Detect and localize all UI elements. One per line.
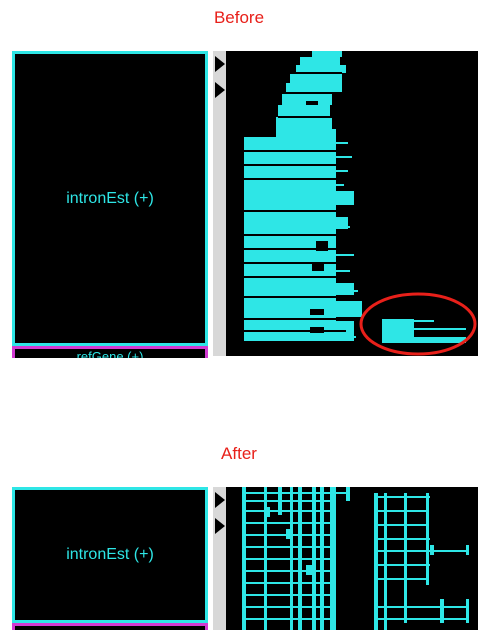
after-heading: After [221,444,257,463]
right-triangle-icon[interactable] [215,56,225,72]
before-heading: Before [213,8,265,27]
right-triangle-icon[interactable] [215,518,225,534]
after-next-track-edge [12,623,208,630]
after-track-label[interactable]: intronEst (+) [12,487,208,623]
after-track-image [226,487,478,630]
right-triangle-icon[interactable] [215,82,225,98]
red-ellipse-highlight [359,292,477,356]
after-feature-pileup [242,487,469,630]
before-next-track-label[interactable]: refGene (+) [12,346,208,358]
before-track-label-text: intronEst (+) [66,189,154,207]
after-track-gutter [213,487,226,630]
before-next-track-label-text: refGene (+) [76,349,144,358]
right-triangle-icon[interactable] [215,492,225,508]
before-track-label[interactable]: intronEst (+) [12,51,208,346]
after-track-label-text: intronEst (+) [66,546,154,563]
after-intron-lines [244,492,468,620]
